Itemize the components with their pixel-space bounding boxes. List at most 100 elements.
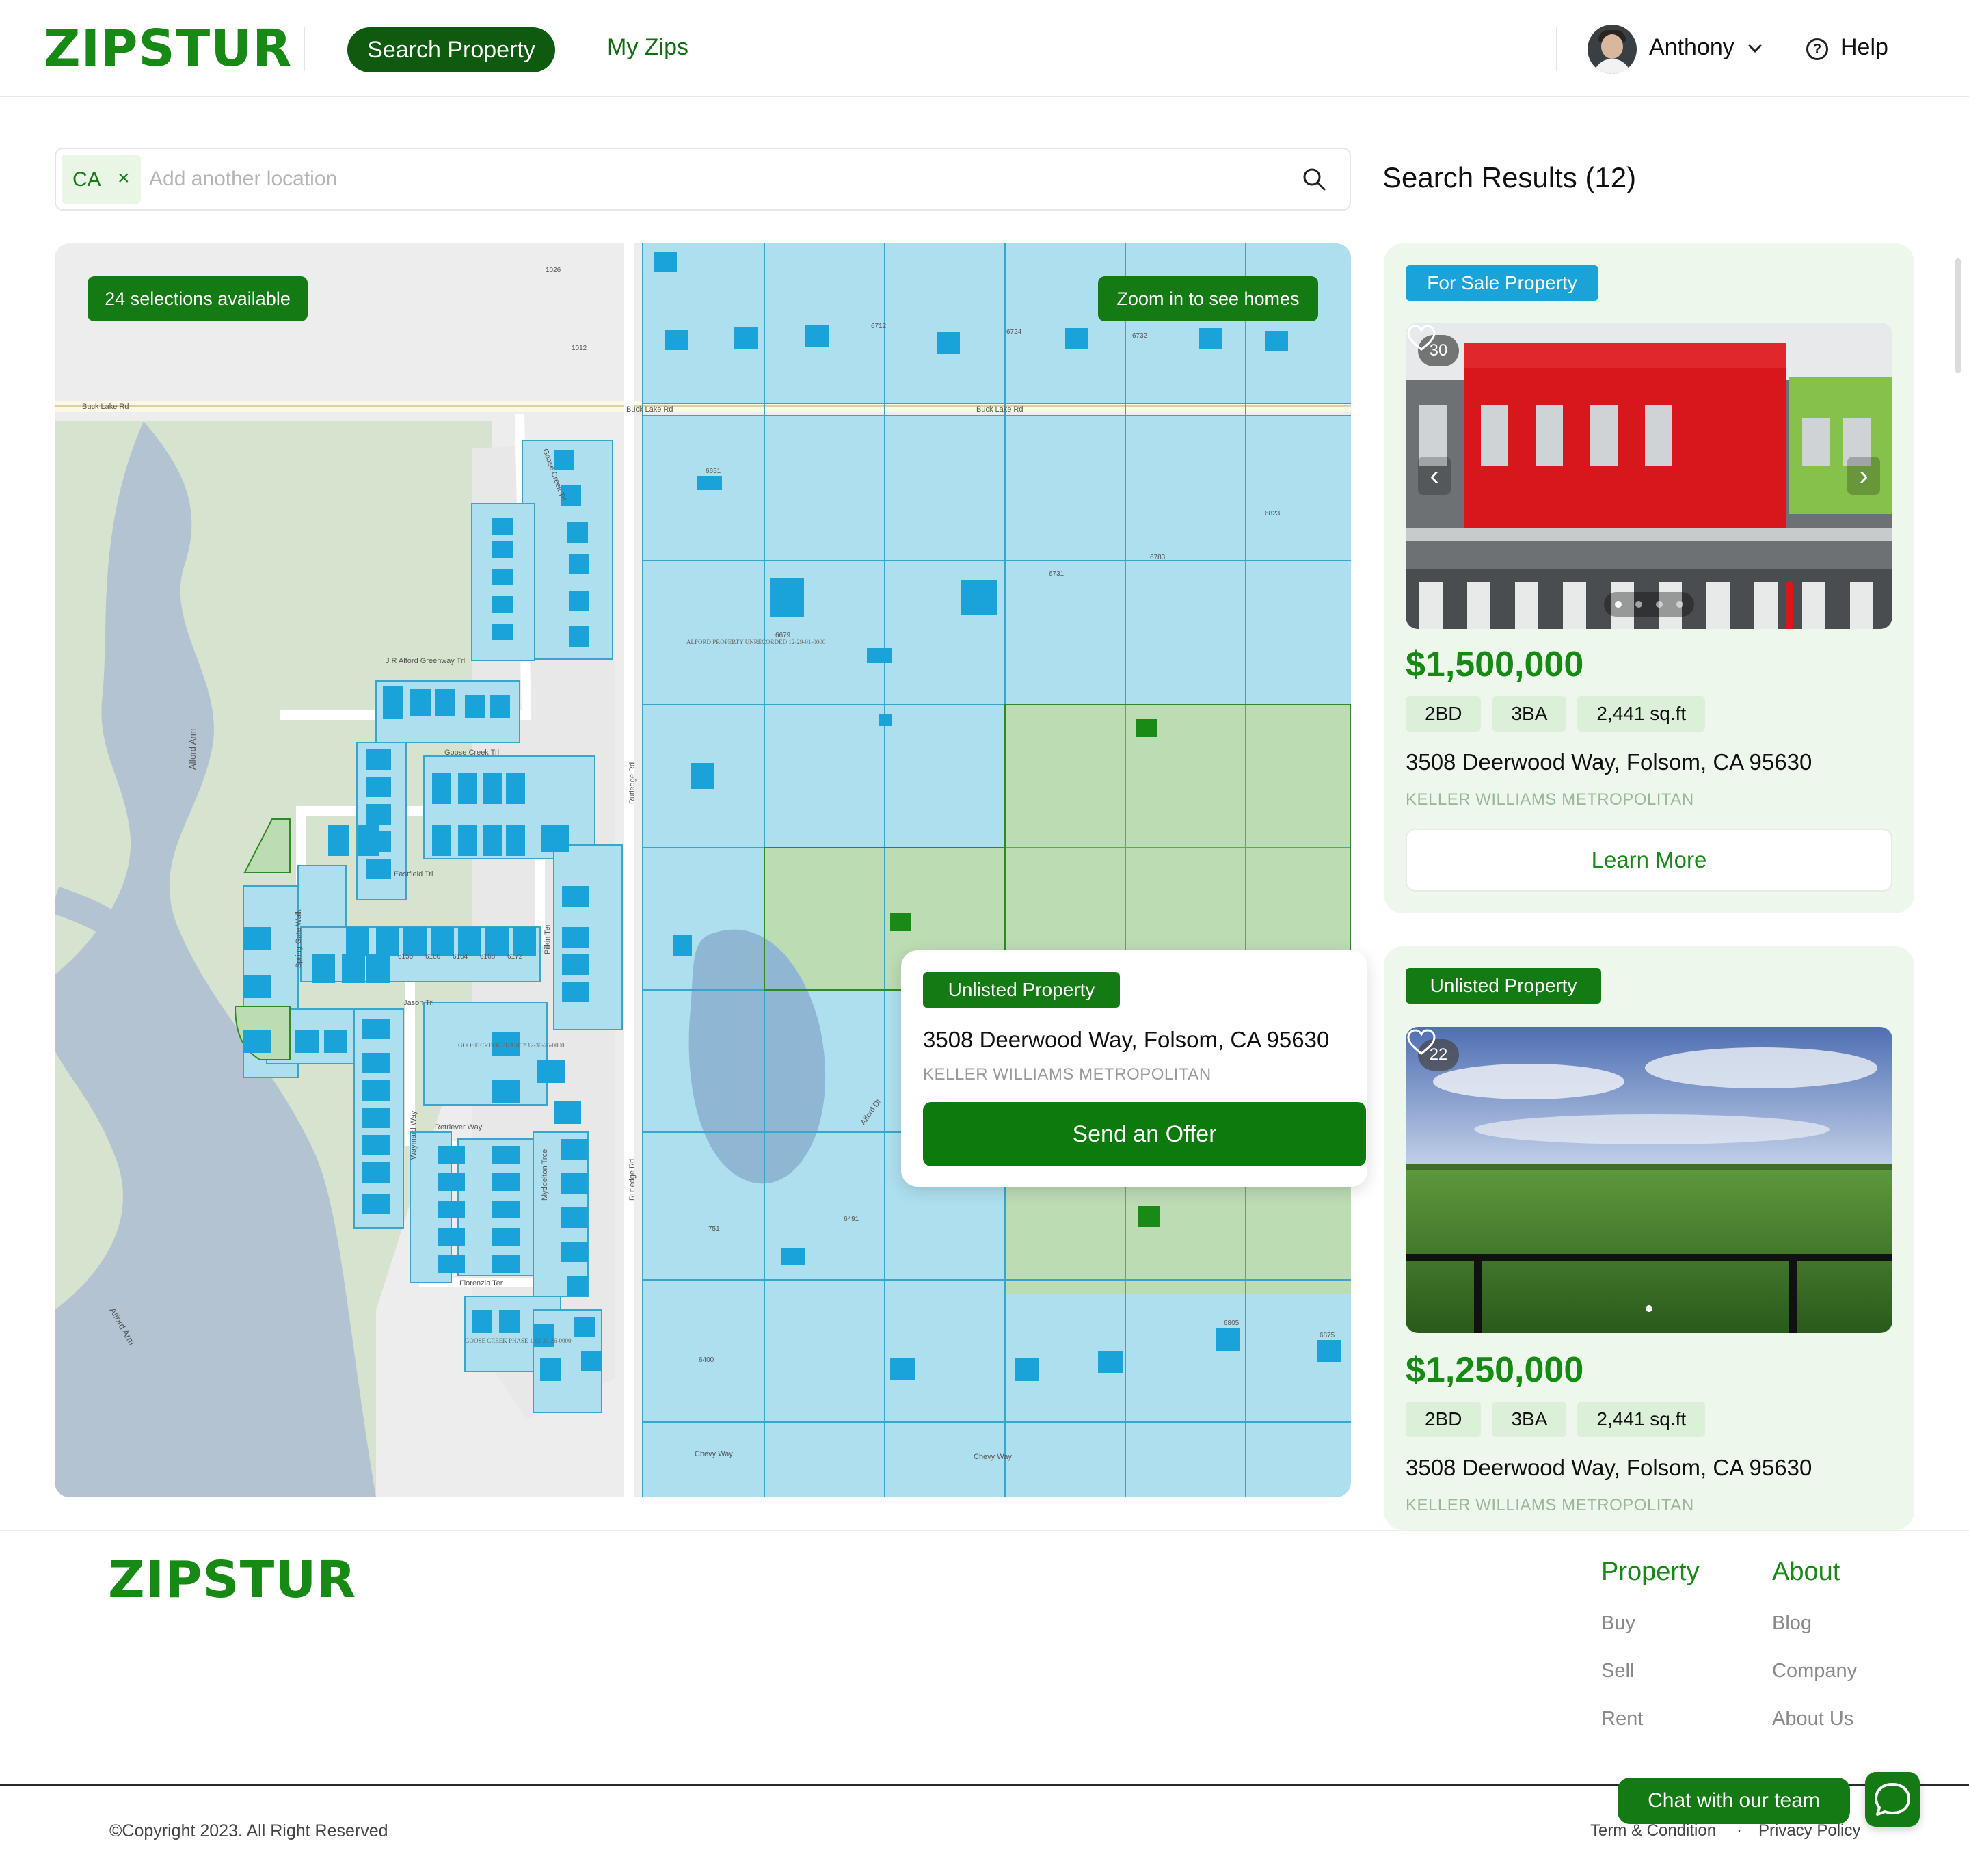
plat-annotation: ALFORD PROPERTY UNRECORDED 12-29-01-0000 [686,639,826,645]
nav-my-zips[interactable]: My Zips [607,34,688,61]
footer-link-company[interactable]: Company [1772,1660,1857,1683]
lot-label: 6160 [425,953,441,961]
terms-link[interactable]: Term & Condition [1590,1821,1716,1840]
popup-address: 3508 Deerwood Way, Folsom, CA 95630 [923,1027,1330,1052]
listing-address[interactable]: 3508 Deerwood Way, Folsom, CA 95630 [1406,1455,1812,1481]
search-results-title: Search Results (12) [1382,161,1637,193]
lot-label: 6875 [1320,1332,1335,1339]
beds-badge: 2BD [1406,1402,1482,1437]
chat-with-team-button[interactable]: Chat with our team [1618,1778,1850,1824]
plat-annotation: GOOSE CREEK PHASE 1 12-30-26-0000 [465,1337,572,1344]
listing-price: $1,250,000 [1406,1350,1584,1390]
lot-label: 6651 [706,468,721,475]
popup-agent: KELLER WILLIAMS METROPOLITAN [923,1065,1211,1084]
user-name[interactable]: Anthony [1649,34,1734,61]
water-label: Alford Arm [187,728,198,770]
road-label: Eastfield Trl [394,870,433,879]
location-chip[interactable]: CA × [62,155,141,204]
parcel-map[interactable]: Buck Lake Rd Buck Lake Rd Buck Lake Rd G… [55,243,1351,1497]
road-label: Florenzia Ter [459,1279,503,1287]
listing-agent: KELLER WILLIAMS METROPOLITAN [1406,1496,1694,1514]
carousel-prev-arrow-icon[interactable]: ‹ [1418,457,1451,495]
lot-label: 6156 [398,953,414,961]
beds-badge: 2BD [1406,696,1482,732]
selections-available-badge: 24 selections available [88,276,308,321]
nav-search-property[interactable]: Search Property [347,27,555,72]
carousel-dot[interactable] [1615,601,1622,608]
listing-agent: KELLER WILLIAMS METROPOLITAN [1406,790,1694,809]
lot-label: 6712 [871,323,887,330]
road-label: J R Alford Greenway Trl [386,657,465,665]
property-popup: Unlisted Property 3508 Deerwood Way, Fol… [901,950,1367,1187]
lot-label: 6783 [1150,554,1166,561]
footer-link-buy[interactable]: Buy [1601,1612,1635,1635]
listing-card[interactable]: Unlisted Property 22 $1,250,000 2BD 3BA … [1384,946,1914,1530]
road-label: Jason Trl [403,999,434,1007]
listing-photo-carousel[interactable]: 22 [1406,1027,1892,1333]
carousel-dot[interactable] [1676,601,1683,608]
footer-property-title: Property [1601,1557,1700,1586]
help-link[interactable]: Help [1840,34,1888,61]
chat-bubble-icon [1875,1783,1910,1816]
listing-price: $1,500,000 [1406,645,1584,684]
favorite-heart-icon[interactable] [1406,1027,1437,1058]
carousel-dot[interactable] [1656,601,1663,608]
location-chip-label: CA [72,168,101,191]
legal-separator: · [1737,1821,1742,1840]
favorite-heart-icon[interactable] [1406,323,1437,354]
footer-logo[interactable]: ZIPSTUR [108,1551,356,1609]
baths-badge: 3BA [1492,696,1567,732]
road-label: Waymard Way [410,1110,418,1160]
lot-label: 6172 [507,953,523,961]
carousel-dots[interactable] [1635,1296,1663,1321]
learn-more-button[interactable]: Learn More [1406,829,1892,892]
location-search-bar[interactable]: CA × [55,148,1351,211]
carousel-dot[interactable] [1635,601,1642,608]
chevron-down-icon[interactable] [1748,39,1762,53]
lot-label: 6805 [1224,1319,1240,1327]
location-search-input[interactable] [149,164,1243,194]
zipstur-logo[interactable]: ZIPSTUR [44,19,292,78]
user-avatar[interactable] [1588,25,1637,74]
lot-label: 1012 [572,345,587,352]
lot-label: 6491 [844,1216,859,1223]
search-icon[interactable] [1302,167,1326,191]
privacy-link[interactable]: Privacy Policy [1758,1821,1860,1840]
zoom-hint-badge: Zoom in to see homes [1098,276,1318,321]
help-circle-icon[interactable]: ? [1806,38,1828,60]
footer-link-sell[interactable]: Sell [1601,1660,1634,1683]
remove-chip-icon[interactable]: × [118,167,130,190]
footer-link-blog[interactable]: Blog [1772,1612,1812,1635]
lot-label: 6823 [1265,510,1281,518]
listing-address[interactable]: 3508 Deerwood Way, Folsom, CA 95630 [1406,749,1812,775]
road-label: Chevy Way [695,1450,733,1458]
road-label: Retriever Way [435,1123,483,1131]
listing-photo [1406,323,1892,629]
footer-link-about-us[interactable]: About Us [1772,1708,1853,1730]
area-badge: 2,441 sq.ft [1577,696,1706,732]
unlisted-property-tag: Unlisted Property [1406,968,1601,1004]
listing-specs: 2BD 3BA 2,441 sq.ft [1406,696,1706,732]
chat-launcher-button[interactable] [1865,1772,1920,1827]
carousel-next-arrow-icon[interactable]: › [1847,457,1880,495]
listing-specs: 2BD 3BA 2,441 sq.ft [1406,1402,1706,1437]
footer-about-title: About [1772,1557,1840,1586]
road-label: Myddelton Trce [541,1149,549,1201]
map-canvas[interactable]: Buck Lake Rd Buck Lake Rd Buck Lake Rd G… [55,243,1351,1497]
carousel-dot[interactable] [1646,1305,1652,1312]
road-label: Buck Lake Rd [82,403,129,411]
footer-link-rent[interactable]: Rent [1601,1708,1643,1730]
lot-label: 751 [708,1225,720,1233]
send-offer-button[interactable]: Send an Offer [923,1102,1366,1166]
road-label: Chevy Way [974,1453,1012,1461]
listing-card[interactable]: For Sale Property 30 ‹ › $1,500,000 2BD … [1384,243,1914,913]
copyright-text: ©Copyright 2023. All Right Reserved [109,1821,388,1840]
carousel-dots[interactable] [1604,592,1694,617]
lot-label: 6400 [699,1356,714,1364]
results-scrollbar[interactable] [1955,258,1961,373]
for-sale-tag: For Sale Property [1406,265,1598,301]
listing-photo-carousel[interactable]: 30 ‹ › [1406,323,1892,629]
listing-photo [1406,1027,1892,1333]
baths-badge: 3BA [1492,1402,1567,1437]
top-navbar: ZIPSTUR Search Property My Zips Anthony … [0,0,1969,97]
